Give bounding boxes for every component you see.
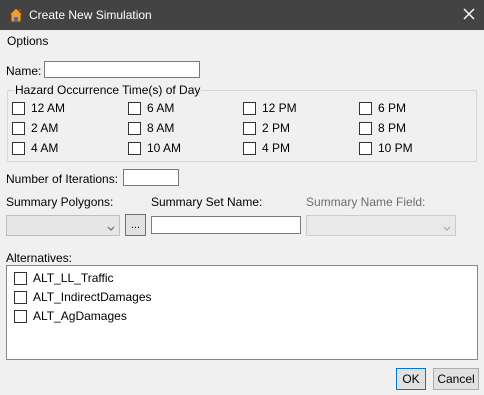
checkbox-box[interactable] <box>12 121 25 135</box>
summary-polygons-label: Summary Polygons: <box>6 195 114 209</box>
checkbox-6pm[interactable]: 6 PM <box>359 101 406 115</box>
title-bar: Create New Simulation <box>0 0 484 30</box>
checkbox-label: 8 PM <box>378 121 407 135</box>
cancel-button[interactable]: Cancel <box>433 368 479 390</box>
checkbox-8am[interactable]: 8 AM <box>128 121 174 135</box>
checkbox-box[interactable] <box>359 141 372 155</box>
name-label: Name: <box>6 64 42 78</box>
alternative-item[interactable]: ALT_IndirectDamages <box>14 290 152 304</box>
checkbox-12pm[interactable]: 12 PM <box>243 101 297 115</box>
alternatives-list[interactable]: ALT_LL_Traffic ALT_IndirectDamages ALT_A… <box>6 265 478 360</box>
name-input[interactable] <box>44 61 200 78</box>
summary-polygons-dropdown[interactable] <box>6 215 120 236</box>
checkbox-box[interactable] <box>14 290 27 304</box>
checkbox-label: 2 AM <box>31 121 59 135</box>
checkbox-label: 12 AM <box>31 101 66 115</box>
checkbox-box[interactable] <box>12 141 25 155</box>
checkbox-box[interactable] <box>359 101 372 115</box>
iterations-label: Number of Iterations: <box>6 172 119 186</box>
checkbox-12am[interactable]: 12 AM <box>12 101 65 115</box>
checkbox-label: 8 AM <box>147 121 175 135</box>
checkbox-box[interactable] <box>128 121 141 135</box>
checkbox-4am[interactable]: 4 AM <box>12 141 58 155</box>
summary-set-name-label: Summary Set Name: <box>151 195 263 209</box>
window-title: Create New Simulation <box>29 8 152 22</box>
browse-polygons-button[interactable]: ... <box>125 214 146 236</box>
summary-name-field-dropdown[interactable] <box>306 215 456 236</box>
checkbox-10am[interactable]: 10 AM <box>128 141 181 155</box>
checkbox-label: 4 PM <box>262 141 291 155</box>
checkbox-box[interactable] <box>14 271 27 285</box>
checkbox-label: 12 PM <box>262 101 297 115</box>
checkbox-box[interactable] <box>14 309 27 323</box>
alternative-label: ALT_LL_Traffic <box>33 271 114 285</box>
alternatives-label: Alternatives: <box>6 251 73 265</box>
checkbox-label: 10 PM <box>378 141 413 155</box>
checkbox-box[interactable] <box>12 101 25 115</box>
checkbox-2pm[interactable]: 2 PM <box>243 121 290 135</box>
alternative-item[interactable]: ALT_AgDamages <box>14 309 127 323</box>
menu-options[interactable]: Options <box>7 34 48 48</box>
checkbox-box[interactable] <box>243 141 256 155</box>
checkbox-2am[interactable]: 2 AM <box>12 121 58 135</box>
close-button[interactable] <box>454 0 484 30</box>
checkbox-label: 6 PM <box>378 101 407 115</box>
checkbox-label: 2 PM <box>262 121 291 135</box>
iterations-input[interactable] <box>123 169 179 186</box>
checkbox-10pm[interactable]: 10 PM <box>359 141 413 155</box>
checkbox-label: 6 AM <box>147 101 175 115</box>
checkbox-4pm[interactable]: 4 PM <box>243 141 290 155</box>
chevron-down-icon <box>107 221 115 235</box>
summary-set-name-input[interactable] <box>151 216 301 234</box>
hazard-time-legend: Hazard Occurrence Time(s) of Day <box>14 83 202 97</box>
checkbox-box[interactable] <box>359 121 372 135</box>
alternative-label: ALT_AgDamages <box>33 309 127 323</box>
checkbox-box[interactable] <box>243 121 256 135</box>
ok-button[interactable]: OK <box>396 368 426 390</box>
checkbox-box[interactable] <box>128 141 141 155</box>
checkbox-box[interactable] <box>128 101 141 115</box>
checkbox-label: 10 AM <box>147 141 182 155</box>
checkbox-6am[interactable]: 6 AM <box>128 101 174 115</box>
summary-name-field-label: Summary Name Field: <box>306 195 426 209</box>
alternative-label: ALT_IndirectDamages <box>33 290 152 304</box>
checkbox-label: 4 AM <box>31 141 59 155</box>
checkbox-box[interactable] <box>243 101 256 115</box>
checkbox-8pm[interactable]: 8 PM <box>359 121 406 135</box>
alternative-item[interactable]: ALT_LL_Traffic <box>14 271 113 285</box>
chevron-down-icon <box>443 221 451 235</box>
menu-bar: Options <box>0 31 484 51</box>
close-icon <box>463 8 475 23</box>
house-icon <box>7 7 25 23</box>
